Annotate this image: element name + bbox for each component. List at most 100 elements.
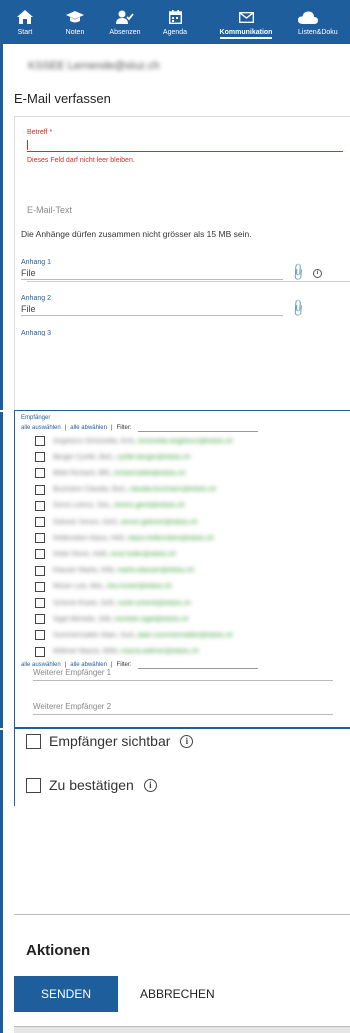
calendar-icon [164, 8, 186, 26]
recipient-checkbox[interactable] [35, 646, 45, 657]
recipient-row[interactable]: Hofer René, HoR, rene.hofer@edulu.ch [35, 548, 176, 560]
recipient-email: claudia.busmann@edulu.ch [129, 486, 217, 494]
user-check-icon [114, 8, 136, 26]
recipient-name: Gelsser Simon, GeS [53, 518, 117, 526]
bottom-band [14, 1026, 350, 1033]
recipient-label: Klauser Marlis, KlM, marlis.klauser@edul… [53, 567, 194, 575]
recipients-visible-label: Empfänger sichtbar [49, 733, 171, 749]
info-icon[interactable]: i [313, 269, 322, 278]
recipient-email: simonetta.angelucci@edulu.ch [137, 437, 233, 445]
nav-item-listen[interactable]: Listen&Doku [292, 0, 350, 44]
recipient-row[interactable]: Angelucci Simonetta, AnS, simonetta.ange… [35, 435, 233, 447]
select-all-link[interactable]: alle auswählen [21, 425, 61, 431]
filter-input[interactable] [137, 424, 258, 432]
recipient-checkbox[interactable] [35, 598, 45, 608]
recipient-checkbox[interactable] [35, 581, 45, 592]
recipient-name: Angelucci Simonetta, AnS [53, 437, 134, 445]
recipients-panel: Empfänger alle auswählen | alle abwählen… [14, 410, 350, 728]
subject-error: Dieses Feld darf nicht leer bleiben. [27, 157, 135, 164]
recipient-row[interactable]: Gelsser Simon, GeS, simon.gelsser@edulu.… [35, 516, 197, 528]
recipient-row[interactable]: Hellenstein Klaus, HeK, klaus.hellenstei… [35, 532, 214, 544]
attachment-1-label: Anhang 1 [21, 259, 51, 266]
recipient-label: Wittmer Maura, WiM, maura.wittmer@edulu.… [53, 648, 199, 656]
recipient-label: Summermatter Alain, SuA, alain.summermat… [53, 631, 233, 639]
paperclip-icon[interactable]: 📎 [288, 298, 308, 318]
actions-heading: Aktionen [26, 942, 91, 959]
recipient-row[interactable]: Moser Lea, MoL, lea.moser@edulu.ch [35, 581, 172, 593]
recipient-email: alain.summermatter@edulu.ch [137, 631, 233, 639]
recipient-row[interactable]: Wittmer Maura, WiM, maura.wittmer@edulu.… [35, 646, 199, 658]
separator: | [110, 425, 113, 431]
recipient-name: Busmann Claudia, BuC [53, 486, 126, 494]
extra-recipient-2-placeholder: Weiterer Empfänger 2 [33, 702, 112, 711]
info-icon[interactable]: i [180, 734, 194, 748]
recipient-checkbox[interactable] [35, 468, 45, 479]
nav-label-start: Start [17, 29, 33, 36]
recipient-checkbox[interactable] [35, 436, 45, 446]
recipient-email: maura.wittmer@edulu.ch [120, 648, 199, 656]
paperclip-icon[interactable]: 📎 [288, 262, 308, 282]
recipient-row[interactable]: Berger Cyrille, BeC, cyrille.berger@edul… [35, 451, 190, 463]
recipient-row[interactable]: Schenk Ruedi, ScR, ruedi.schenk@edulu.ch [35, 597, 191, 609]
recipient-row[interactable]: Busmann Claudia, BuC, claudia.busmann@ed… [35, 484, 216, 496]
recipient-label: Hellenstein Klaus, HeK, klaus.hellenstei… [53, 534, 214, 542]
recipient-checkbox[interactable] [35, 565, 45, 576]
attachment-2-field[interactable]: File [21, 303, 283, 316]
recipient-name: Summermatter Alain, SuA [53, 631, 134, 639]
nav-item-kommunikation[interactable]: Kommunikation [200, 0, 292, 44]
recipient-name: Hellenstein Klaus, HeK [53, 534, 125, 542]
attachment-2-label: Anhang 2 [21, 295, 51, 302]
cloud-icon [298, 8, 320, 26]
nav-label-agenda: Agenda [162, 29, 188, 36]
recipient-checkbox[interactable] [35, 614, 45, 625]
divider [14, 914, 350, 915]
recipient-email: klaus.hellenstein@edulu.ch [128, 534, 214, 542]
recipient-label: Schenk Ruedi, ScR, ruedi.schenk@edulu.ch [53, 599, 191, 607]
email-body-field[interactable]: E-Mail-Text [27, 205, 72, 215]
nav-label-kommunikation: Kommunikation [219, 29, 273, 39]
recipient-email: rene.hofer@edulu.ch [110, 550, 177, 558]
nav-label-noten: Noten [65, 29, 85, 36]
nav-item-noten[interactable]: Noten [50, 0, 100, 44]
attachment-3-label: Anhang 3 [21, 330, 51, 336]
recipient-row[interactable]: Summermatter Alain, SuA, alain.summermat… [35, 629, 233, 641]
recipient-row[interactable]: Sigel Michèle, SiM, michele.sigel@edulu.… [35, 613, 189, 625]
attachment-1-field[interactable]: File [21, 267, 283, 280]
recipients-visible-option[interactable]: Empfänger sichtbar i [26, 733, 194, 749]
confirm-option[interactable]: Zu bestätigen i [26, 777, 157, 793]
extra-recipient-2-field[interactable]: Weiterer Empfänger 2 [33, 701, 333, 715]
recipient-label: Busmann Claudia, BuC, claudia.busmann@ed… [53, 486, 217, 494]
confirm-checkbox[interactable] [26, 777, 41, 793]
recipient-checkbox[interactable] [35, 630, 45, 641]
attachment-size-note: Die Anhänge dürfen zusammen nicht grösse… [21, 229, 252, 239]
recipient-label: Hofer René, HoR, rene.hofer@edulu.ch [53, 550, 177, 558]
recipient-name: Wittmer Maura, WiM [53, 648, 117, 656]
send-button[interactable]: SENDEN [14, 976, 118, 1012]
recipient-row[interactable]: Klauser Marlis, KlM, marlis.klauser@edul… [35, 565, 194, 577]
nav-item-start[interactable]: Start [0, 0, 50, 44]
subject-input[interactable] [27, 138, 343, 152]
info-icon[interactable]: i [143, 778, 157, 792]
recipients-visible-checkbox[interactable] [26, 733, 41, 749]
recipient-label: Angelucci Simonetta, AnS, simonetta.ange… [53, 437, 233, 445]
recipient-checkbox[interactable] [35, 500, 45, 511]
compose-card: Betreff * Dieses Feld darf nicht leer bl… [14, 116, 350, 410]
recipient-checkbox[interactable] [35, 517, 45, 527]
recipient-label: Gelsser Simon, GeS, simon.gelsser@edulu.… [53, 518, 198, 526]
recipient-checkbox[interactable] [35, 533, 45, 544]
recipient-checkbox[interactable] [35, 484, 45, 495]
recipient-checkbox[interactable] [35, 549, 45, 560]
recipient-row[interactable]: Gerst Lorenz, GeL, lorenz.gerst@edulu.ch [35, 500, 185, 512]
deselect-all-link[interactable]: alle abwählen [70, 425, 107, 431]
graduation-cap-icon [64, 8, 86, 26]
extra-recipient-1-field[interactable]: Weiterer Empfänger 1 [33, 667, 333, 681]
nav-item-agenda[interactable]: Agenda [150, 0, 200, 44]
compose-section: KSSEE Lernende@sluz.ch E-Mail verfassen … [0, 44, 350, 410]
nav-item-absenzen[interactable]: Absenzen [100, 0, 150, 44]
recipient-label: Berger Cyrille, BeC, cyrille.berger@edul… [53, 453, 191, 461]
recipient-email: michele.sigel@edulu.ch [114, 615, 189, 623]
recipient-row[interactable]: Bittel Richard, BRi, richard.bittel@edul… [35, 467, 185, 479]
recipient-checkbox[interactable] [35, 452, 45, 463]
home-icon [14, 8, 36, 26]
cancel-button[interactable]: ABBRECHEN [132, 976, 242, 1012]
